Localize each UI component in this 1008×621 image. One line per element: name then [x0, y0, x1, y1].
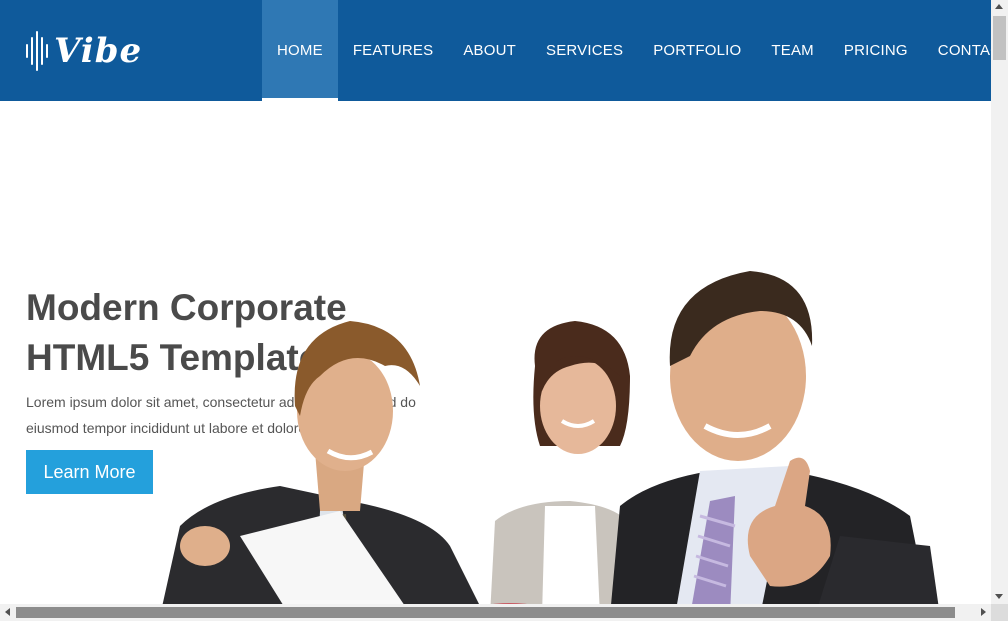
nav-item-portfolio[interactable]: PORTFOLIO	[638, 0, 756, 101]
learn-more-button[interactable]: Learn More	[26, 450, 153, 494]
scroll-up-arrow-icon[interactable]	[995, 4, 1003, 9]
nav-item-pricing[interactable]: PRICING	[829, 0, 923, 101]
scroll-right-arrow-icon[interactable]	[981, 608, 986, 616]
scroll-down-arrow-icon[interactable]	[995, 594, 1003, 599]
nav-item-home[interactable]: HOME	[262, 0, 338, 101]
horizontal-scroll-thumb[interactable]	[16, 607, 955, 618]
vertical-scroll-thumb[interactable]	[993, 16, 1006, 60]
person-center	[490, 321, 635, 604]
business-people-image	[162, 271, 939, 604]
sound-wave-icon	[26, 31, 48, 71]
nav-item-team[interactable]: TEAM	[756, 0, 828, 101]
scroll-left-arrow-icon[interactable]	[5, 608, 10, 616]
horizontal-scrollbar[interactable]	[0, 604, 991, 621]
vertical-scrollbar[interactable]	[991, 0, 1008, 604]
hero-section: Modern Corporate HTML5 Template Lorem ip…	[0, 101, 991, 604]
logo[interactable]: Vibe	[26, 30, 142, 72]
scrollbar-corner	[991, 604, 1008, 621]
main-nav: HOME FEATURES ABOUT SERVICES PORTFOLIO T…	[262, 0, 1008, 101]
person-left	[162, 321, 479, 604]
nav-item-features[interactable]: FEATURES	[338, 0, 449, 101]
nav-item-about[interactable]: ABOUT	[448, 0, 531, 101]
site-header: Vibe HOME FEATURES ABOUT SERVICES PORTFO…	[0, 0, 1008, 101]
logo-text: Vibe	[54, 31, 143, 71]
person-right	[611, 271, 939, 604]
nav-item-services[interactable]: SERVICES	[531, 0, 638, 101]
